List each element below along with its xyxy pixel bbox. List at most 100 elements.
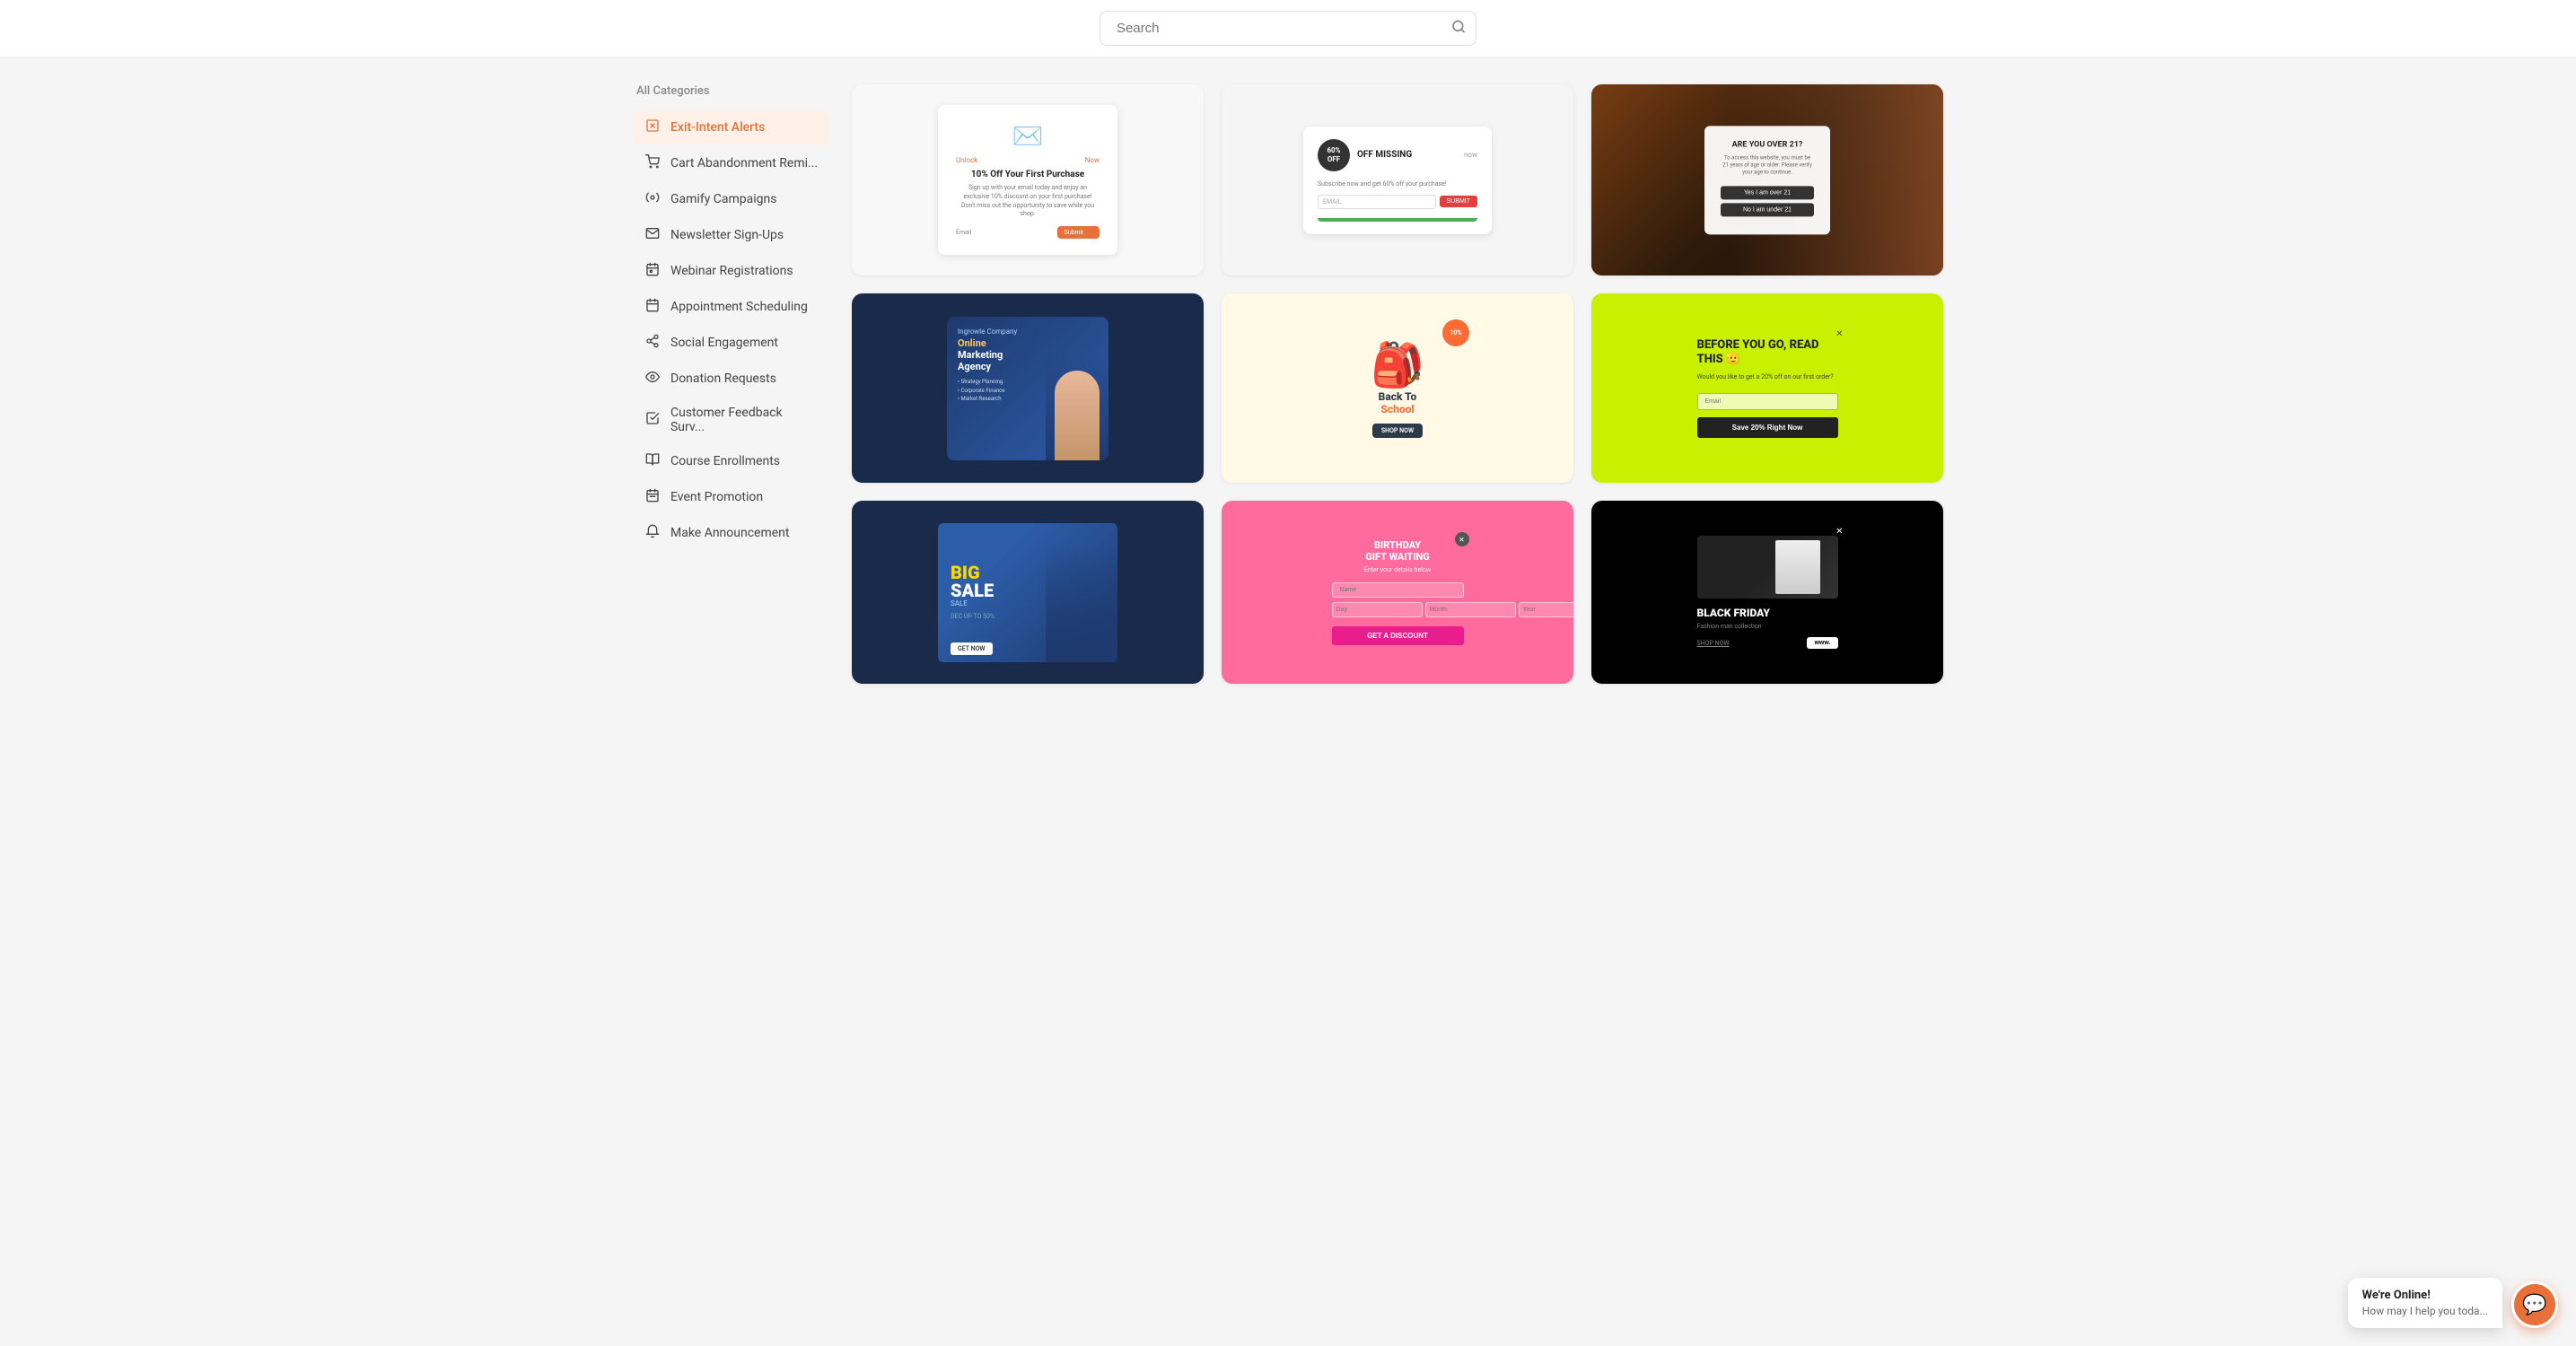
sidebar-item-webinar[interactable]: Webinar Registrations [633, 254, 830, 288]
bf-shop-link[interactable]: SHOP NOW [1697, 640, 1730, 647]
bday-day-input[interactable] [1332, 602, 1423, 617]
backpack-icon: 🎒 [1371, 339, 1424, 390]
email-placeholder: EMAIL [1318, 195, 1436, 209]
card-60off[interactable]: 60%OFF OFF MISSING now Subscribe now and… [1222, 84, 1573, 275]
sale-get-now[interactable]: GET NOW [951, 642, 993, 655]
card-bf[interactable]: ✕ BLACK FRIDAY Fashion man collection SH… [1591, 501, 1943, 684]
sidebar-label-feedback: Customer Feedback Surv... [670, 406, 819, 434]
sidebar-item-donation[interactable]: Donation Requests [633, 362, 830, 396]
webinar-icon [644, 262, 662, 280]
byg-email-input[interactable] [1697, 393, 1838, 410]
sidebar-item-newsletter[interactable]: Newsletter Sign-Ups [633, 218, 830, 252]
chat-icon: 💬 [2522, 1294, 2546, 1316]
announce-icon [644, 524, 662, 542]
sale-popup: BIGSALE SALE DEC UP TO 50% GET NOW [938, 523, 1117, 662]
sidebar-label-exit-intent: Exit-Intent Alerts [670, 120, 765, 135]
feedback-icon [644, 411, 662, 429]
card-preview-bf: ✕ BLACK FRIDAY Fashion man collection SH… [1591, 501, 1943, 684]
event-icon [644, 488, 662, 506]
sidebar-label-gamify: Gamify Campaigns [670, 192, 777, 206]
byg-save-button[interactable]: Save 20% Right Now [1697, 417, 1838, 438]
person-image [1046, 353, 1108, 460]
card-sale[interactable]: BIGSALE SALE DEC UP TO 50% GET NOW Big S… [852, 501, 1204, 684]
sale-heading: BIGSALE [951, 564, 994, 599]
agency-popup: Ingrowle Company OnlineMarketingAgency •… [947, 317, 1108, 460]
sidebar-item-feedback[interactable]: Customer Feedback Surv... [633, 398, 830, 442]
discount-badge: 60%OFF [1318, 139, 1350, 171]
bday-close-button[interactable]: ✕ [1455, 532, 1469, 546]
exit-intent-icon [644, 118, 662, 136]
bts-heading: Back ToSchool [1371, 390, 1424, 416]
content-area: ✉️ Unlock Now 10% Off Your First Purchas… [852, 84, 1943, 684]
card-age[interactable]: ARE YOU OVER 21? To access this website,… [1591, 84, 1943, 275]
sidebar-label-announce: Make Announcement [670, 526, 790, 540]
card-preview-sale: BIGSALE SALE DEC UP TO 50% GET NOW [852, 501, 1204, 684]
card-preview-bday: ✕ BIRTHDAYGIFT WAITING Enter your detail… [1222, 501, 1573, 684]
bf-close-button[interactable]: ✕ [1836, 527, 1843, 537]
bday-year-input[interactable] [1519, 602, 1574, 617]
card-preview-age: ARE YOU OVER 21? To access this website,… [1591, 84, 1943, 275]
sidebar-item-announce[interactable]: Make Announcement [633, 516, 830, 550]
bday-title: BIRTHDAYGIFT WAITING [1332, 539, 1464, 563]
sidebar-title: All Categories [633, 84, 830, 98]
sidebar-label-event: Event Promotion [670, 490, 763, 504]
bf-image-area [1697, 536, 1838, 599]
card-bts[interactable]: 10% 🎒 Back ToSchool SHOP NOW Back To Sch… [1222, 293, 1573, 483]
bf-action-row: SHOP NOW www. [1697, 637, 1838, 649]
person-silhouette [1055, 371, 1100, 460]
bts-shop-button[interactable]: SHOP NOW [1372, 424, 1423, 438]
age-popup: ARE YOU OVER 21? To access this website,… [1704, 126, 1830, 234]
sidebar-label-donation: Donation Requests [670, 371, 776, 386]
bf-www-button[interactable]: www. [1807, 637, 1837, 649]
card-agency[interactable]: Ingrowle Company OnlineMarketingAgency •… [852, 293, 1204, 483]
cart-icon [644, 154, 662, 172]
popup-form-row: Email Submit [956, 226, 1100, 239]
sidebar-label-cart: Cart Abandonment Remi... [670, 156, 818, 170]
sidebar-item-appointment[interactable]: Appointment Scheduling [633, 290, 830, 324]
sidebar-item-gamify[interactable]: Gamify Campaigns [633, 182, 830, 216]
chat-subtitle: How may I help you toda... [2362, 1305, 2488, 1317]
sidebar-label-webinar: Webinar Registrations [670, 264, 793, 278]
popup-title: 10% Off Your First Purchase [956, 170, 1100, 179]
card-bday[interactable]: ✕ BIRTHDAYGIFT WAITING Enter your detail… [1222, 501, 1573, 684]
envelope-icon: ✉️ [956, 121, 1100, 151]
bottom-bar [1318, 218, 1477, 222]
card-preview-byg: ✕ BEFORE YOU GO, READ THIS 🫡 Would you l… [1591, 293, 1943, 483]
sidebar-item-exit-intent[interactable]: Exit-Intent Alerts [633, 110, 830, 144]
popup-desc: Sign up with your email today and enjoy … [956, 184, 1100, 219]
appointment-icon [644, 298, 662, 316]
search-input[interactable] [1100, 11, 1476, 46]
bday-name-input[interactable] [1332, 582, 1464, 598]
bf-product-image [1775, 540, 1820, 594]
byg-title: BEFORE YOU GO, READ THIS 🫡 [1697, 338, 1838, 366]
card-preview-10off: ✉️ Unlock Now 10% Off Your First Purchas… [852, 84, 1204, 275]
age-no-button[interactable]: No I am under 21 [1721, 203, 1814, 216]
card-byg[interactable]: ✕ BEFORE YOU GO, READ THIS 🫡 Would you l… [1591, 293, 1943, 483]
sale-dec: DEC UP TO 50% [951, 613, 994, 622]
bts-main: 🎒 Back ToSchool SHOP NOW [1371, 339, 1424, 438]
sidebar-item-course[interactable]: Course Enrollments [633, 444, 830, 478]
age-yes-button[interactable]: Yes I am over 21 [1721, 186, 1814, 199]
byg-popup: ✕ BEFORE YOU GO, READ THIS 🫡 Would you l… [1685, 324, 1851, 452]
sidebar-item-social[interactable]: Social Engagement [633, 326, 830, 360]
bday-month-input[interactable] [1425, 602, 1516, 617]
search-button[interactable] [1451, 19, 1466, 38]
bf-sub: Fashion man collection [1697, 623, 1838, 630]
submit-btn[interactable]: SUBMIT [1440, 196, 1477, 207]
bday-popup: ✕ BIRTHDAYGIFT WAITING Enter your detail… [1319, 527, 1476, 658]
social-icon [644, 334, 662, 352]
card-preview-60off: 60%OFF OFF MISSING now Subscribe now and… [1222, 84, 1573, 275]
bts-discount-badge: 10% [1442, 319, 1469, 346]
chat-open-button[interactable]: 💬 [2511, 1281, 2558, 1328]
bday-discount-button[interactable]: GET A DISCOUNT [1332, 626, 1464, 645]
bday-sub: Enter your details below [1332, 566, 1464, 573]
chat-widget: We're Online! How may I help you toda...… [2348, 1278, 2558, 1328]
submit-button[interactable]: Submit [1057, 226, 1100, 239]
sidebar-item-cart[interactable]: Cart Abandonment Remi... [633, 146, 830, 180]
card-preview-bts: 10% 🎒 Back ToSchool SHOP NOW [1222, 293, 1573, 483]
sidebar-item-event[interactable]: Event Promotion [633, 480, 830, 514]
bts-popup: 10% 🎒 Back ToSchool SHOP NOW [1317, 314, 1478, 462]
main-layout: All Categories Exit-Intent Alerts Cart A… [615, 57, 1961, 711]
byg-close-button[interactable]: ✕ [1836, 329, 1843, 339]
card-10off[interactable]: ✉️ Unlock Now 10% Off Your First Purchas… [852, 84, 1204, 275]
